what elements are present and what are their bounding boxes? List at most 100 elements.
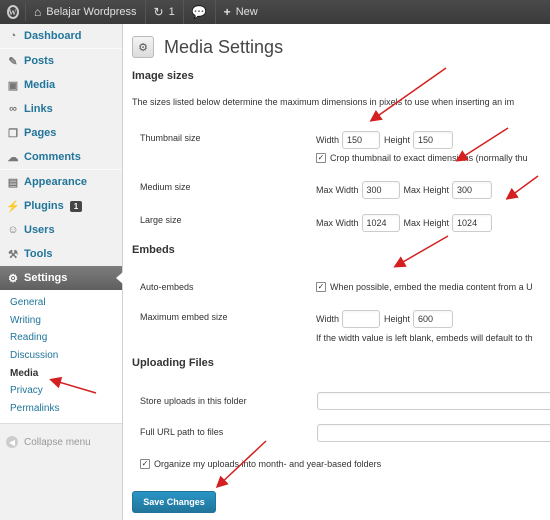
sidebar-item-label: Plugins bbox=[24, 200, 64, 212]
embed-width-label: Width bbox=[316, 314, 340, 324]
embed-height-input[interactable]: 600 bbox=[413, 310, 454, 328]
section-heading-embeds: Embeds bbox=[132, 244, 175, 256]
large-max-width-label: Max Width bbox=[316, 218, 359, 228]
settings-submenu: General Writing Reading Discussion Media… bbox=[0, 290, 122, 425]
wordpress-logo-icon[interactable]: W bbox=[0, 3, 26, 21]
auto-embeds-label: Auto-embeds bbox=[140, 282, 194, 292]
sidebar-item-tools[interactable]: ⚒ Tools bbox=[0, 242, 122, 266]
comments-link[interactable]: 💬 bbox=[184, 0, 216, 24]
auto-embeds-checkbox[interactable]: ✓ bbox=[316, 282, 326, 292]
sidebar-item-settings[interactable]: ⚙ Settings bbox=[0, 266, 123, 290]
embed-height-label: Height bbox=[384, 314, 411, 324]
upload-url-input[interactable] bbox=[317, 424, 550, 442]
sidebar-item-users[interactable]: ☺ Users bbox=[0, 218, 122, 242]
max-embed-size-label: Maximum embed size bbox=[140, 312, 228, 322]
pages-icon: ❐ bbox=[8, 127, 18, 140]
embed-size-note: If the width value is left blank, embeds… bbox=[316, 333, 533, 343]
updates-link[interactable]: ↻ 1 bbox=[146, 0, 184, 24]
new-label: New bbox=[235, 6, 258, 18]
speech-bubble-icon: 💬 bbox=[191, 5, 207, 19]
home-icon: ⌂ bbox=[34, 5, 42, 19]
image-sizes-description: The sizes listed below determine the max… bbox=[132, 97, 515, 107]
media-icon: ▣ bbox=[7, 79, 19, 92]
sidebar-item-dashboard[interactable]: ◔ Dashboard bbox=[0, 24, 122, 48]
users-icon: ☺ bbox=[7, 224, 19, 236]
submenu-item-general[interactable]: General bbox=[0, 294, 122, 312]
large-max-height-label: Max Height bbox=[403, 218, 450, 228]
submenu-item-privacy[interactable]: Privacy bbox=[0, 382, 122, 400]
submenu-item-permalinks[interactable]: Permalinks bbox=[0, 400, 122, 418]
appearance-icon: ▤ bbox=[7, 176, 19, 189]
settings-tools-icon: ⚙ bbox=[132, 36, 154, 58]
full-url-path-label: Full URL path to files bbox=[140, 427, 224, 437]
organize-uploads-checkbox[interactable]: ✓ bbox=[140, 459, 150, 469]
plus-icon: + bbox=[223, 5, 231, 19]
link-icon: ∞ bbox=[9, 103, 17, 115]
sidebar-item-label: Settings bbox=[24, 272, 68, 284]
large-size-fields: Max Width 1024 Max Height 1024 bbox=[316, 214, 493, 232]
sidebar-item-plugins[interactable]: ⚡ Plugins 1 bbox=[0, 194, 122, 218]
collapse-menu-button[interactable]: ◀ Collapse menu bbox=[0, 430, 122, 454]
sidebar-item-label: Posts bbox=[24, 55, 54, 67]
large-height-input[interactable]: 1024 bbox=[452, 214, 493, 232]
sidebar-item-pages[interactable]: ❐ Pages bbox=[0, 121, 122, 145]
medium-height-input[interactable]: 300 bbox=[452, 181, 493, 199]
store-uploads-label: Store uploads in this folder bbox=[140, 396, 247, 406]
crop-thumbnail-checkbox[interactable]: ✓ bbox=[316, 153, 326, 163]
sidebar-item-label: Media bbox=[24, 79, 56, 91]
dashboard-icon: ◔ bbox=[9, 30, 17, 42]
thumbnail-width-label: Width bbox=[316, 135, 340, 145]
plugin-update-badge: 1 bbox=[69, 200, 83, 212]
sidebar-item-label: Appearance bbox=[24, 176, 87, 188]
crop-thumbnail-label: Crop thumbnail to exact dimensions (norm… bbox=[330, 153, 528, 163]
new-content-link[interactable]: + New bbox=[216, 0, 266, 24]
thumbnail-size-fields: Width 150 Height 150 bbox=[316, 131, 454, 149]
save-changes-button[interactable]: Save Changes bbox=[132, 491, 216, 513]
sidebar-item-links[interactable]: ∞ Links bbox=[0, 97, 122, 121]
thumbnail-width-input[interactable]: 150 bbox=[342, 131, 381, 149]
thumbnail-size-label: Thumbnail size bbox=[140, 133, 201, 143]
medium-width-input[interactable]: 300 bbox=[361, 181, 400, 199]
embed-width-input[interactable] bbox=[342, 310, 381, 328]
sidebar-item-label: Dashboard bbox=[24, 30, 82, 42]
sidebar-item-label: Pages bbox=[24, 127, 57, 139]
sidebar-item-label: Users bbox=[24, 224, 55, 236]
large-width-input[interactable]: 1024 bbox=[361, 214, 400, 232]
collapse-arrow-icon: ◀ bbox=[6, 436, 18, 449]
updates-count: 1 bbox=[168, 6, 175, 18]
organize-uploads-label: Organize my uploads into month- and year… bbox=[154, 459, 382, 469]
sidebar-item-comments[interactable]: ☁ Comments bbox=[0, 145, 122, 169]
settings-icon: ⚙ bbox=[8, 272, 18, 285]
max-embed-size-fields: Width Height 600 bbox=[316, 310, 454, 328]
submenu-item-media[interactable]: Media bbox=[0, 364, 122, 382]
tools-icon: ⚒ bbox=[8, 248, 18, 261]
submenu-item-reading[interactable]: Reading bbox=[0, 329, 122, 347]
main-content: ⚙ Media Settings Image sizes The sizes l… bbox=[124, 24, 550, 520]
submenu-item-discussion[interactable]: Discussion bbox=[0, 347, 122, 365]
sidebar-item-label: Comments bbox=[24, 151, 81, 163]
page-title: Media Settings bbox=[164, 36, 284, 57]
admin-bar: W ⌂ Belajar Wordpress ↻ 1 💬 + New bbox=[0, 0, 550, 24]
section-heading-image-sizes: Image sizes bbox=[132, 70, 194, 82]
pushpin-icon: ✎ bbox=[8, 55, 18, 68]
plugin-icon: ⚡ bbox=[6, 200, 20, 213]
crop-thumbnail-row: ✓ Crop thumbnail to exact dimensions (no… bbox=[316, 153, 528, 163]
submenu-item-writing[interactable]: Writing bbox=[0, 312, 122, 330]
collapse-menu-label: Collapse menu bbox=[24, 436, 91, 448]
auto-embeds-text: When possible, embed the media content f… bbox=[330, 282, 533, 292]
sidebar-item-posts[interactable]: ✎ Posts bbox=[0, 49, 122, 73]
sidebar-item-appearance[interactable]: ▤ Appearance bbox=[0, 170, 122, 194]
medium-size-label: Medium size bbox=[140, 182, 191, 192]
sidebar-item-label: Tools bbox=[24, 248, 53, 260]
thumbnail-height-input[interactable]: 150 bbox=[413, 131, 454, 149]
auto-embeds-row: ✓ When possible, embed the media content… bbox=[316, 282, 533, 292]
sidebar-item-media[interactable]: ▣ Media bbox=[0, 73, 122, 97]
medium-max-width-label: Max Width bbox=[316, 185, 359, 195]
thumbnail-height-label: Height bbox=[384, 135, 411, 145]
comment-icon: ☁ bbox=[7, 151, 19, 164]
site-name-label: Belajar Wordpress bbox=[46, 6, 137, 18]
sidebar-item-label: Links bbox=[24, 103, 53, 115]
site-name-link[interactable]: ⌂ Belajar Wordpress bbox=[26, 0, 146, 24]
upload-path-input[interactable] bbox=[317, 392, 550, 410]
organize-uploads-row: ✓ Organize my uploads into month- and ye… bbox=[140, 459, 381, 469]
